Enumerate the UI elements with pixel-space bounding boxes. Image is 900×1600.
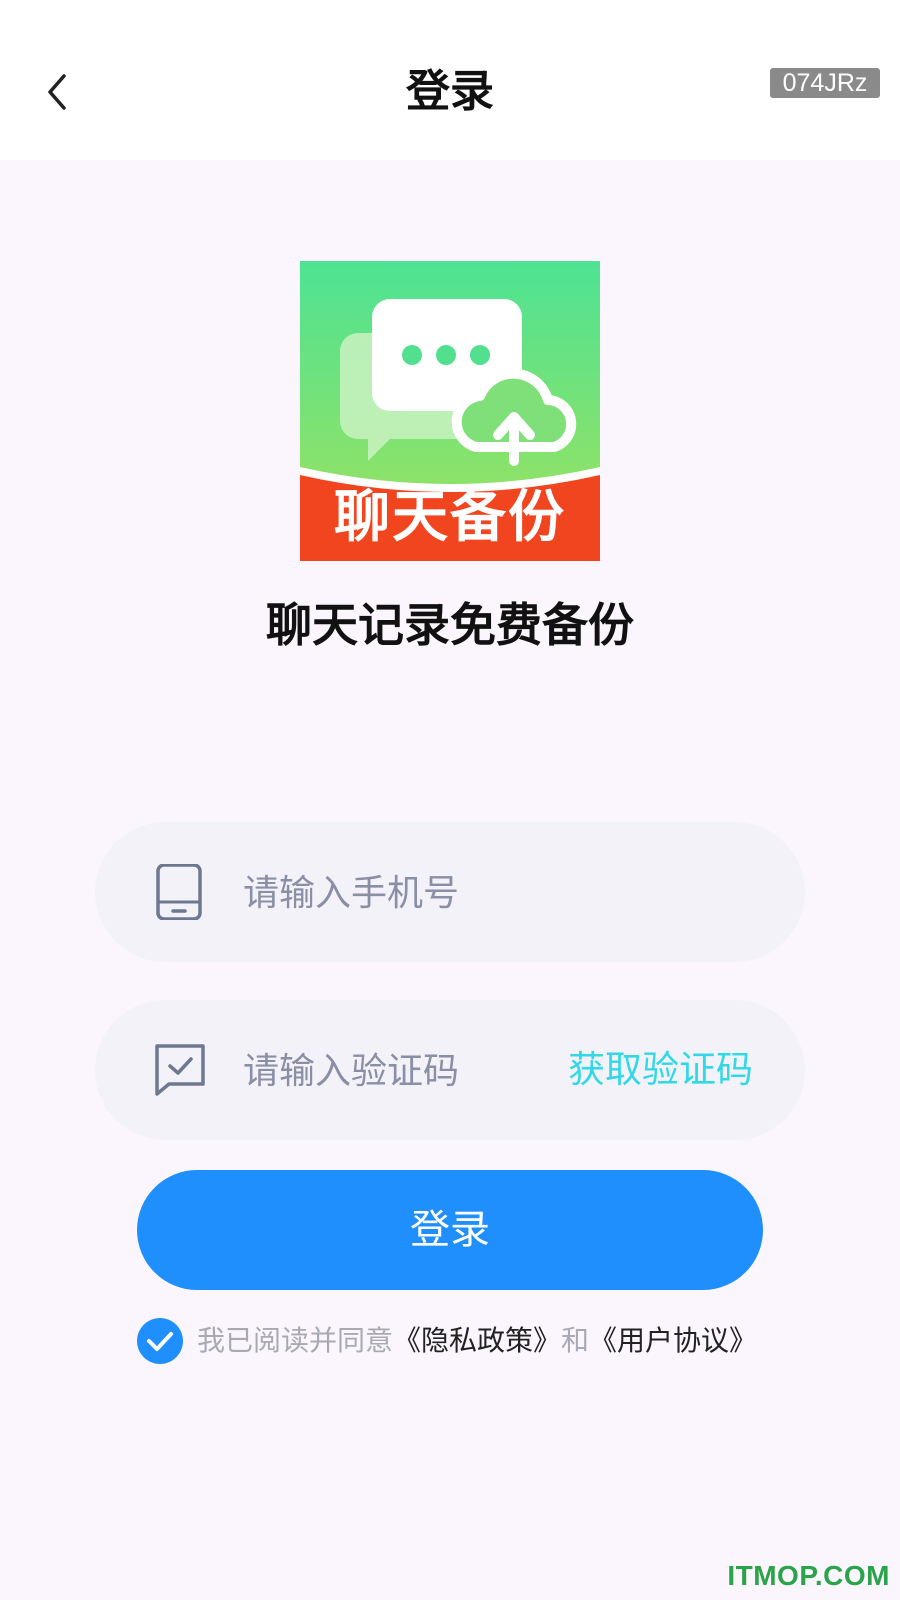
user-agreement-link[interactable]: 《用户协议》 [589, 1324, 757, 1357]
header-bar: 登录 074JRz [0, 0, 900, 160]
phone-icon [153, 863, 207, 921]
agreement-row: 我已阅读并同意《隐私政策》和《用户协议》 [137, 1318, 777, 1364]
code-input[interactable] [241, 1040, 565, 1102]
check-icon [147, 1332, 173, 1351]
agreement-prefix: 我已阅读并同意 [197, 1324, 394, 1357]
login-button[interactable]: 登录 [137, 1170, 763, 1290]
code-field: 获取验证码 [95, 1000, 805, 1140]
phone-field [95, 822, 805, 962]
agreement-checkbox[interactable] [137, 1318, 183, 1364]
build-tag: 074JRz [770, 68, 880, 98]
page-title: 登录 [406, 66, 494, 117]
get-code-button[interactable]: 获取验证码 [568, 1040, 753, 1100]
agreement-conjunction: 和 [561, 1324, 590, 1357]
verify-message-icon [153, 1042, 207, 1098]
app-tagline: 聊天记录免费备份 [266, 598, 634, 652]
watermark: ITMOP.COM [727, 1560, 890, 1591]
phone-input[interactable] [241, 862, 565, 924]
privacy-policy-link[interactable]: 《隐私政策》 [393, 1324, 561, 1357]
logo-label: 聊天备份 [334, 485, 566, 550]
agreement-text: 我已阅读并同意《隐私政策》和《用户协议》 [197, 1318, 757, 1364]
app-logo: 聊天备份 [300, 261, 600, 561]
